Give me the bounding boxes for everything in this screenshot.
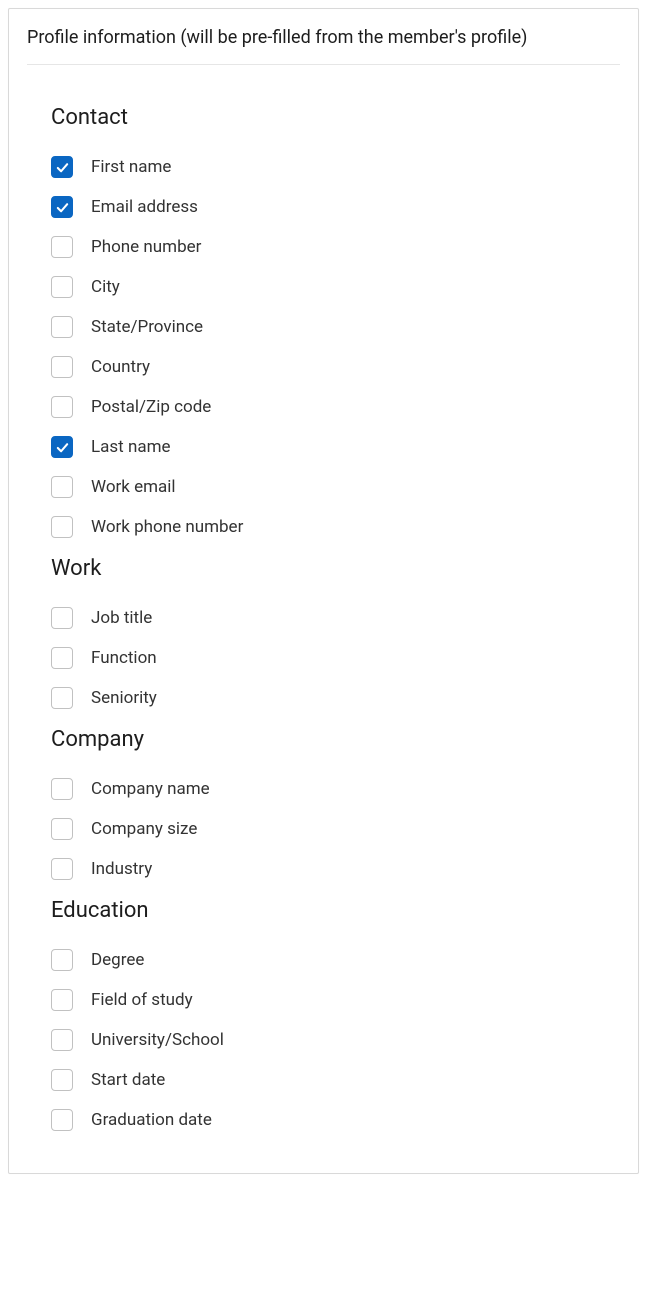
checkbox-industry[interactable]: [51, 858, 73, 880]
label-field-of-study: Field of study: [91, 990, 193, 1010]
field-postal: Postal/Zip code: [51, 396, 596, 418]
section-company-title: Company: [51, 727, 596, 752]
checkbox-university[interactable]: [51, 1029, 73, 1051]
checkbox-work-email[interactable]: [51, 476, 73, 498]
field-work-phone: Work phone number: [51, 516, 596, 538]
section-contact-title: Contact: [51, 105, 596, 130]
field-phone: Phone number: [51, 236, 596, 258]
field-country: Country: [51, 356, 596, 378]
panel-body: Contact First name Email address Phone n…: [9, 81, 638, 1173]
check-icon: [55, 200, 70, 215]
checkbox-function[interactable]: [51, 647, 73, 669]
label-degree: Degree: [91, 950, 144, 970]
checkbox-field-of-study[interactable]: [51, 989, 73, 1011]
field-first-name: First name: [51, 156, 596, 178]
label-job-title: Job title: [91, 608, 152, 628]
checkbox-city[interactable]: [51, 276, 73, 298]
checkbox-work-phone[interactable]: [51, 516, 73, 538]
section-work-title: Work: [51, 556, 596, 581]
field-industry: Industry: [51, 858, 596, 880]
field-job-title: Job title: [51, 607, 596, 629]
field-last-name: Last name: [51, 436, 596, 458]
section-work: Work Job title Function Seniority: [51, 556, 596, 709]
field-email: Email address: [51, 196, 596, 218]
label-phone: Phone number: [91, 237, 201, 257]
section-company: Company Company name Company size Indust…: [51, 727, 596, 880]
label-email: Email address: [91, 197, 198, 217]
field-state: State/Province: [51, 316, 596, 338]
label-seniority: Seniority: [91, 688, 157, 708]
checkbox-state[interactable]: [51, 316, 73, 338]
label-work-phone: Work phone number: [91, 517, 243, 537]
section-education-title: Education: [51, 898, 596, 923]
section-contact: Contact First name Email address Phone n…: [51, 105, 596, 538]
field-city: City: [51, 276, 596, 298]
field-seniority: Seniority: [51, 687, 596, 709]
checkbox-start-date[interactable]: [51, 1069, 73, 1091]
checkbox-degree[interactable]: [51, 949, 73, 971]
label-graduation-date: Graduation date: [91, 1110, 212, 1130]
check-icon: [55, 440, 70, 455]
field-company-size: Company size: [51, 818, 596, 840]
checkbox-graduation-date[interactable]: [51, 1109, 73, 1131]
checkbox-phone[interactable]: [51, 236, 73, 258]
label-start-date: Start date: [91, 1070, 165, 1090]
field-university: University/School: [51, 1029, 596, 1051]
checkbox-company-name[interactable]: [51, 778, 73, 800]
checkbox-country[interactable]: [51, 356, 73, 378]
field-field-of-study: Field of study: [51, 989, 596, 1011]
field-work-email: Work email: [51, 476, 596, 498]
label-industry: Industry: [91, 859, 152, 879]
panel-header: Profile information (will be pre-filled …: [9, 9, 638, 81]
checkbox-first-name[interactable]: [51, 156, 73, 178]
checkbox-company-size[interactable]: [51, 818, 73, 840]
checkbox-last-name[interactable]: [51, 436, 73, 458]
label-work-email: Work email: [91, 477, 176, 497]
checkbox-postal[interactable]: [51, 396, 73, 418]
field-degree: Degree: [51, 949, 596, 971]
panel-title: Profile information (will be pre-filled …: [27, 27, 620, 65]
label-state: State/Province: [91, 317, 203, 337]
field-company-name: Company name: [51, 778, 596, 800]
checkbox-seniority[interactable]: [51, 687, 73, 709]
check-icon: [55, 160, 70, 175]
field-function: Function: [51, 647, 596, 669]
field-start-date: Start date: [51, 1069, 596, 1091]
label-last-name: Last name: [91, 437, 171, 457]
profile-info-panel: Profile information (will be pre-filled …: [8, 8, 639, 1174]
label-company-name: Company name: [91, 779, 210, 799]
checkbox-email[interactable]: [51, 196, 73, 218]
section-education: Education Degree Field of study Universi…: [51, 898, 596, 1131]
label-postal: Postal/Zip code: [91, 397, 211, 417]
label-company-size: Company size: [91, 819, 197, 839]
label-city: City: [91, 277, 120, 297]
label-country: Country: [91, 357, 150, 377]
checkbox-job-title[interactable]: [51, 607, 73, 629]
label-function: Function: [91, 648, 157, 668]
label-university: University/School: [91, 1030, 224, 1050]
field-graduation-date: Graduation date: [51, 1109, 596, 1131]
label-first-name: First name: [91, 157, 171, 177]
